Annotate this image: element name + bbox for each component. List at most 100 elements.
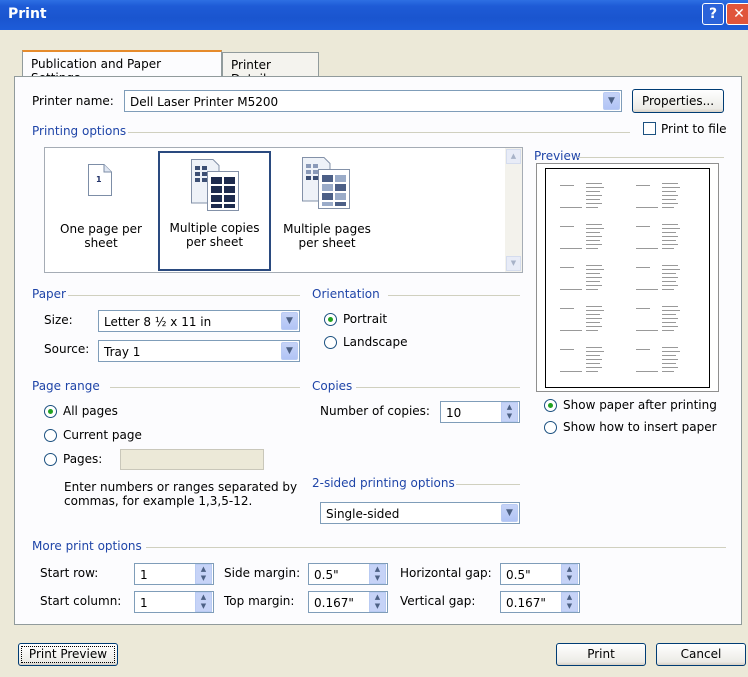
title-bar[interactable]: Print ? ✕ (0, 0, 748, 30)
print-button[interactable]: Print (556, 643, 646, 666)
start-column-value: 1 (140, 596, 148, 610)
side-margin-value: 0.5" (314, 568, 339, 582)
pages-hint-line2: commas, for example 1,3,5-12. (64, 494, 253, 508)
portrait-radio[interactable] (324, 313, 337, 326)
print-preview-button[interactable]: Print Preview (18, 643, 118, 666)
preview-copy (634, 302, 696, 338)
paper-source-label: Source: (44, 342, 90, 356)
properties-button[interactable]: Properties... (632, 89, 724, 113)
chevron-down-icon[interactable]: ▼ (603, 92, 620, 110)
preview-copy (634, 220, 696, 256)
printer-name-value: Dell Laser Printer M5200 (130, 95, 279, 109)
properties-label: Properties... (641, 94, 715, 108)
vertical-gap-label: Vertical gap: (400, 594, 476, 608)
spinner-icon[interactable]: ▲ ▼ (195, 592, 212, 612)
spinner-icon[interactable]: ▲ ▼ (561, 592, 578, 612)
chevron-down-icon[interactable]: ▼ (281, 342, 298, 360)
divider (146, 547, 726, 548)
option-label: Multiple copies per sheet (169, 221, 260, 249)
cancel-label: Cancel (680, 647, 722, 661)
option-multiple-pages-per-sheet[interactable]: Multiple pages per sheet (272, 152, 382, 268)
tab-publication-and-paper-settings[interactable]: Publication and Paper Settings (22, 50, 222, 85)
landscape-label: Landscape (343, 335, 408, 349)
printing-options-list[interactable]: ▲ ▼ 1 One page per sheet Multiple copies… (44, 147, 523, 273)
scroll-up-icon[interactable]: ▲ (506, 149, 521, 164)
horizontal-gap-input[interactable]: 0.5" ▲ ▼ (500, 563, 580, 585)
all-pages-radio[interactable] (44, 405, 57, 418)
scrollbar[interactable]: ▲ ▼ (505, 148, 522, 272)
help-button[interactable]: ? (702, 3, 724, 25)
preview-copy (558, 220, 620, 256)
page-range-group-label: Page range (32, 379, 100, 393)
number-of-copies-input[interactable]: 10 ▲ ▼ (440, 401, 520, 423)
window-title: Print (8, 6, 47, 22)
vertical-gap-input[interactable]: 0.167" ▲ ▼ (500, 591, 580, 613)
top-margin-input[interactable]: 0.167" ▲ ▼ (308, 591, 388, 613)
horizontal-gap-label: Horizontal gap: (400, 566, 492, 580)
print-label: Print (587, 647, 615, 661)
horizontal-gap-value: 0.5" (506, 568, 531, 582)
copies-group-label: Copies (312, 379, 353, 393)
start-column-input[interactable]: 1 ▲ ▼ (134, 591, 214, 613)
show-paper-radio[interactable] (544, 399, 557, 412)
preview-copy (634, 179, 696, 215)
pages-label: Pages: (63, 452, 103, 466)
chevron-down-icon[interactable]: ▼ (281, 312, 298, 330)
paper-group-label: Paper (32, 287, 66, 301)
more-print-options-group-label: More print options (32, 539, 142, 553)
preview-copy (558, 302, 620, 338)
close-button[interactable]: ✕ (726, 3, 748, 25)
pages-radio[interactable] (44, 453, 57, 466)
current-page-label: Current page (63, 428, 142, 442)
side-margin-input[interactable]: 0.5" ▲ ▼ (308, 563, 388, 585)
option-label: Multiple pages per sheet (283, 222, 371, 250)
cancel-button[interactable]: Cancel (656, 643, 746, 666)
start-row-label: Start row: (40, 566, 99, 580)
divider (110, 387, 300, 388)
show-insert-label: Show how to insert paper (563, 420, 717, 434)
tab-printer-details[interactable]: Printer Details (222, 52, 319, 86)
start-column-label: Start column: (40, 594, 122, 608)
close-icon: ✕ (733, 6, 745, 22)
paper-source-value: Tray 1 (104, 345, 141, 359)
print-to-file-label: Print to file (661, 122, 727, 136)
print-to-file-checkbox[interactable] (643, 122, 656, 135)
start-row-input[interactable]: 1 ▲ ▼ (134, 563, 214, 585)
paper-size-select[interactable]: Letter 8 ½ x 11 in ▼ (98, 310, 300, 332)
paper-source-select[interactable]: Tray 1 ▼ (98, 340, 300, 362)
printing-options-group-label: Printing options (32, 124, 127, 138)
option-label: One page per sheet (60, 222, 142, 250)
option-multiple-copies-per-sheet[interactable]: Multiple copies per sheet (158, 151, 271, 271)
divider (356, 387, 520, 388)
current-page-radio[interactable] (44, 429, 57, 442)
show-insert-radio[interactable] (544, 421, 557, 434)
side-margin-label: Side margin: (224, 566, 301, 580)
orientation-group-label: Orientation (312, 287, 380, 301)
portrait-label: Portrait (343, 312, 388, 326)
option-one-page-per-sheet[interactable]: 1 One page per sheet (47, 152, 155, 268)
spinner-icon[interactable]: ▲ ▼ (369, 564, 386, 584)
printer-name-select[interactable]: Dell Laser Printer M5200 ▼ (124, 90, 622, 112)
show-paper-label: Show paper after printing (563, 398, 717, 412)
spinner-icon[interactable]: ▲ ▼ (501, 402, 518, 422)
spinner-icon[interactable]: ▲ ▼ (195, 564, 212, 584)
two-sided-select[interactable]: Single-sided ▼ (320, 502, 520, 524)
divider (68, 295, 300, 296)
chevron-down-icon[interactable]: ▼ (501, 504, 518, 522)
multiple-pages-icon (302, 157, 350, 209)
preview-copy (634, 343, 696, 379)
two-sided-group-label: 2-sided printing options (312, 476, 455, 490)
landscape-radio[interactable] (324, 336, 337, 349)
pages-input[interactable] (120, 449, 264, 470)
print-preview-label: Print Preview (28, 647, 108, 661)
help-icon: ? (708, 6, 718, 22)
divider (456, 484, 520, 485)
divider (578, 157, 724, 158)
preview-copy (634, 261, 696, 297)
spinner-icon[interactable]: ▲ ▼ (561, 564, 578, 584)
two-sided-value: Single-sided (326, 507, 400, 521)
start-row-value: 1 (140, 568, 148, 582)
scroll-down-icon[interactable]: ▼ (506, 256, 521, 271)
number-of-copies-value: 10 (446, 406, 462, 420)
spinner-icon[interactable]: ▲ ▼ (369, 592, 386, 612)
